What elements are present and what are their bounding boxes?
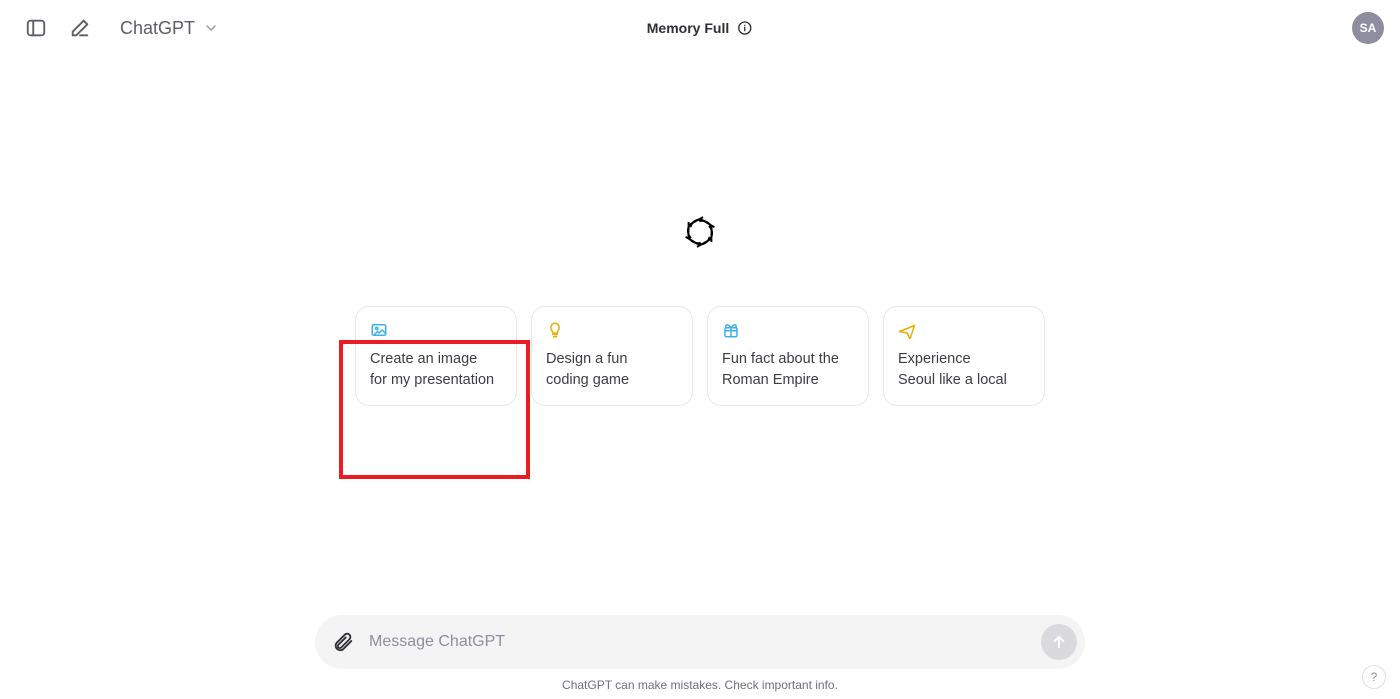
openai-logo-icon xyxy=(676,208,724,256)
compose-icon xyxy=(69,17,91,39)
model-switcher[interactable]: ChatGPT xyxy=(114,14,225,43)
chevron-down-icon xyxy=(203,20,219,36)
main: Create an image for my presentation Desi… xyxy=(0,56,1400,699)
card-roman-empire[interactable]: Fun fact about the Roman Empire xyxy=(707,306,869,406)
help-button[interactable]: ? xyxy=(1362,665,1386,689)
card-label: Experience Seoul like a local xyxy=(898,349,1030,391)
header-left: ChatGPT xyxy=(20,12,225,44)
footnote: ChatGPT can make mistakes. Check importa… xyxy=(0,678,1400,692)
model-label: ChatGPT xyxy=(120,18,195,39)
memory-status-label: Memory Full xyxy=(647,20,729,36)
app-logo xyxy=(676,208,724,256)
card-label: Create an image for my presentation xyxy=(370,349,502,391)
card-create-image[interactable]: Create an image for my presentation xyxy=(355,306,517,406)
image-icon xyxy=(370,321,388,339)
gift-icon xyxy=(722,321,740,339)
card-label: Design a fun coding game xyxy=(546,349,678,391)
arrow-up-icon xyxy=(1050,633,1068,651)
card-design-game[interactable]: Design a fun coding game xyxy=(531,306,693,406)
avatar-initials: SA xyxy=(1360,21,1377,35)
info-icon xyxy=(737,20,753,36)
avatar[interactable]: SA xyxy=(1352,12,1384,44)
card-label: Fun fact about the Roman Empire xyxy=(722,349,854,391)
attach-button[interactable] xyxy=(329,628,357,656)
send-button[interactable] xyxy=(1041,624,1077,660)
composer xyxy=(315,615,1085,669)
new-chat-button[interactable] xyxy=(64,12,96,44)
bulb-icon xyxy=(546,321,564,339)
memory-status[interactable]: Memory Full xyxy=(647,0,753,56)
paperclip-icon xyxy=(332,631,354,653)
card-seoul-local[interactable]: Experience Seoul like a local xyxy=(883,306,1045,406)
header: ChatGPT Memory Full SA xyxy=(0,0,1400,56)
input-bar xyxy=(315,615,1085,669)
plane-icon xyxy=(898,321,916,339)
suggestion-cards: Create an image for my presentation Desi… xyxy=(355,306,1045,406)
help-label: ? xyxy=(1371,670,1378,684)
message-input[interactable] xyxy=(367,632,1031,652)
sidebar-toggle-button[interactable] xyxy=(20,12,52,44)
panel-icon xyxy=(25,17,47,39)
